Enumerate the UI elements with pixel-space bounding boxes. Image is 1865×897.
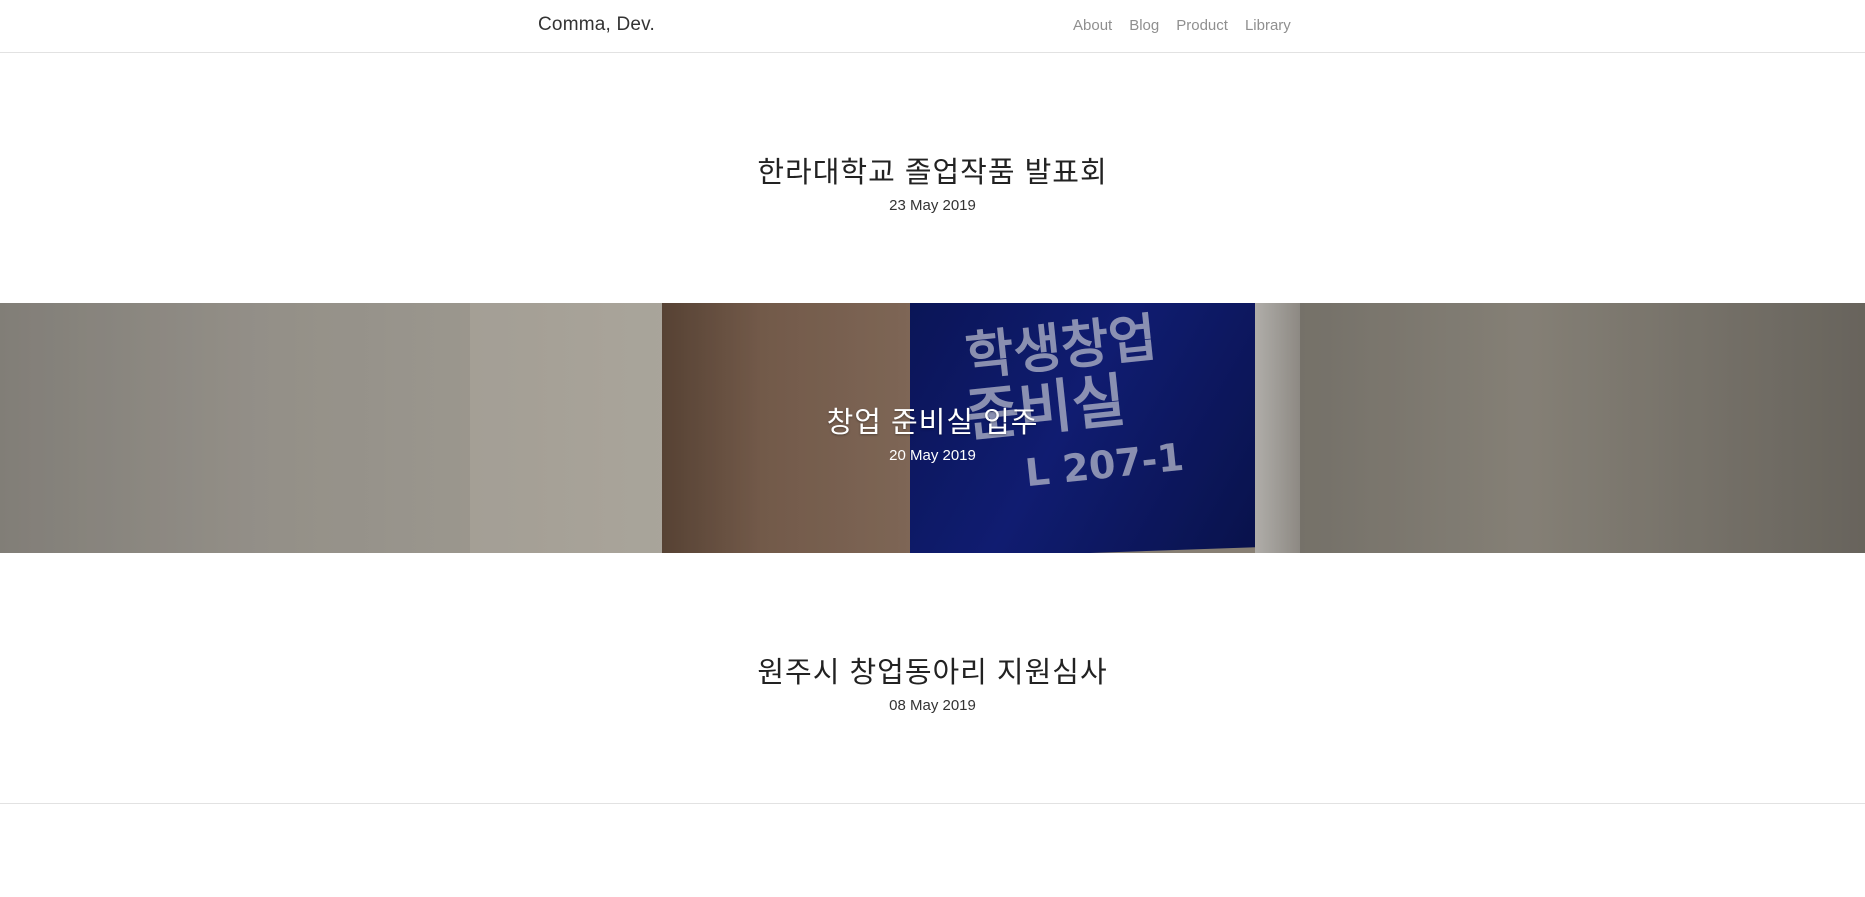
- post-date: 23 May 2019: [889, 197, 976, 214]
- main-nav: About Blog Product Library: [1073, 17, 1291, 34]
- post-title[interactable]: 한라대학교 졸업작품 발표회: [0, 149, 1865, 191]
- nav-link-library[interactable]: Library: [1245, 17, 1291, 34]
- nav-link-about[interactable]: About: [1073, 17, 1112, 34]
- nav-link-blog[interactable]: Blog: [1129, 17, 1159, 34]
- post-title[interactable]: 창업 준비실 입주: [0, 399, 1865, 441]
- post-item[interactable]: 원주시 창업동아리 지원심사 08 May 2019: [0, 553, 1865, 803]
- top-navbar: Comma, Dev. About Blog Product Library: [0, 0, 1865, 53]
- post-title[interactable]: 원주시 창업동아리 지원심사: [0, 649, 1865, 691]
- post-item-featured[interactable]: 학생창업 준비실 L 207-1 창업 준비실 입주 20 May 2019: [0, 303, 1865, 553]
- post-item[interactable]: 한라대학교 졸업작품 발표회 23 May 2019: [0, 53, 1865, 303]
- nav-link-product[interactable]: Product: [1176, 17, 1228, 34]
- section-divider: [0, 803, 1865, 804]
- post-date: 08 May 2019: [889, 697, 976, 714]
- site-brand-link[interactable]: Comma, Dev.: [538, 14, 655, 36]
- post-date: 20 May 2019: [889, 447, 976, 464]
